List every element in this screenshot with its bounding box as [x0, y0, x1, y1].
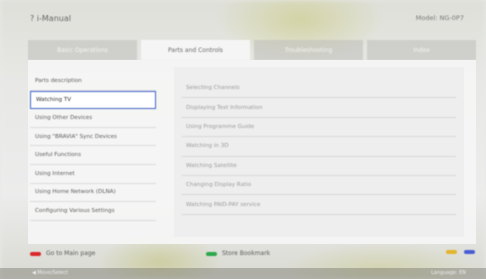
submenu-item[interactable]: Changing Display Ratio — [182, 176, 456, 196]
red-key-label: Go to Main page — [46, 250, 96, 257]
left-menu-item[interactable]: Configuring Various Settings — [30, 202, 156, 221]
yellow-key-icon — [446, 250, 457, 254]
tab-parts-and-controls[interactable]: Parts and Controls — [141, 40, 250, 60]
left-menu-item[interactable]: Useful Functions — [30, 146, 156, 165]
red-key-icon — [30, 251, 41, 256]
left-menu-item[interactable]: Parts description — [30, 72, 156, 91]
tab-bar: Basic Operations Parts and Controls Trou… — [28, 40, 476, 60]
left-menu-item[interactable]: Using Internet — [30, 165, 156, 184]
tab-index[interactable]: Index — [367, 40, 476, 60]
submenu-item[interactable]: Watching PAID-PAY service — [182, 195, 456, 215]
green-key-hint[interactable]: Store Bookmark — [206, 250, 270, 257]
left-menu-item[interactable]: Using Home Network (DLNA) — [30, 184, 156, 203]
left-menu-item[interactable]: Using "BRAVIA" Sync Devices — [30, 128, 156, 147]
blue-key-hint[interactable] — [464, 250, 475, 254]
green-key-label: Store Bookmark — [222, 250, 271, 257]
left-menu-item-selected[interactable]: Watching TV — [30, 90, 156, 110]
footer: Go to Main page Store Bookmark — [28, 246, 476, 262]
submenu-item[interactable]: Displaying Text Information — [182, 98, 456, 118]
left-menu-item[interactable]: Using Other Devices — [30, 109, 156, 128]
tab-troubleshooting[interactable]: Troubleshooting — [254, 40, 363, 60]
submenu-item[interactable]: Watching Satellite — [182, 157, 456, 176]
model-label: Model: NG-0P7 — [415, 14, 464, 22]
blue-key-icon — [464, 250, 475, 254]
green-key-icon — [206, 251, 217, 256]
header: ? i-Manual Model: NG-0P7 — [0, 0, 486, 38]
red-key-hint[interactable]: Go to Main page — [30, 250, 95, 257]
left-menu: Parts description Watching TV Using Othe… — [28, 72, 156, 221]
navigation-hint: ◀ Move/Select — [32, 270, 68, 276]
submenu-item[interactable]: Using Programme Guide — [182, 118, 456, 138]
language-label: Language: EN — [431, 270, 466, 276]
tab-basic-operations[interactable]: Basic Operations — [28, 40, 137, 60]
yellow-key-hint[interactable] — [446, 250, 457, 254]
content-panel: Parts description Watching TV Using Othe… — [28, 60, 476, 244]
app-title: ? i-Manual — [30, 14, 71, 23]
submenu-item[interactable]: Watching in 3D — [182, 137, 456, 157]
bottom-status-bar: ◀ Move/Select Language: EN — [0, 268, 486, 279]
right-submenu: Selecting Channels Displaying Text Infor… — [174, 67, 464, 237]
submenu-item[interactable]: Selecting Channels — [182, 79, 456, 99]
